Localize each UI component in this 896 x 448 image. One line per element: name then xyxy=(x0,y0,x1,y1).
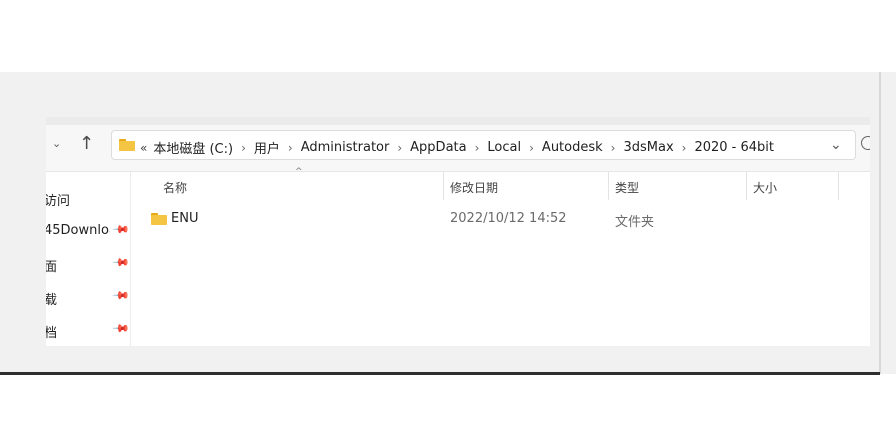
up-arrow-icon[interactable]: ↑ xyxy=(79,133,94,154)
window-edge xyxy=(879,72,881,374)
breadcrumb-separator-icon[interactable]: › xyxy=(397,141,402,155)
folder-icon xyxy=(151,213,167,225)
breadcrumb-separator-icon[interactable]: › xyxy=(475,141,480,155)
pin-icon: 📌 xyxy=(111,320,130,338)
sidebar-item-desktop[interactable]: 面 📌 xyxy=(46,254,130,276)
breadcrumb-item-2020-64bit[interactable]: 2020 - 64bit xyxy=(694,140,774,155)
sidebar-item-label: 45Downloads xyxy=(46,223,110,238)
sidebar-item-label: 载 xyxy=(46,289,110,308)
table-row[interactable]: ENU 2022/10/12 14:52 文件夹 xyxy=(131,208,870,230)
sidebar-item-label: 访问 xyxy=(46,194,71,209)
breadcrumb: « 本地磁盘 (C:) › 用户 › Administrator › AppDa… xyxy=(140,138,774,157)
pin-icon: 📌 xyxy=(111,221,130,239)
breadcrumb-item-c-drive[interactable]: 本地磁盘 (C:) xyxy=(153,138,233,157)
breadcrumb-item-users[interactable]: 用户 xyxy=(254,138,280,157)
breadcrumb-item-autodesk[interactable]: Autodesk xyxy=(542,140,603,155)
breadcrumb-separator-icon[interactable]: › xyxy=(611,141,616,155)
sort-ascending-icon: ^ xyxy=(295,167,303,177)
folder-icon xyxy=(119,139,135,151)
refresh-icon[interactable] xyxy=(861,136,870,150)
recent-locations-chevron-icon[interactable]: ⌄ xyxy=(52,137,61,150)
screenshot-page: ⌄ ↑ « 本地磁盘 (C:) › 用户 › Administrator › A… xyxy=(0,0,896,448)
breadcrumb-item-administrator[interactable]: Administrator xyxy=(301,140,390,155)
navigation-pane: 访问 45Downloads 📌 面 📌 载 📌 档 📌 xyxy=(46,172,131,346)
breadcrumb-item-local[interactable]: Local xyxy=(487,140,521,155)
pin-icon: 📌 xyxy=(111,254,130,272)
address-bar[interactable]: « 本地磁盘 (C:) › 用户 › Administrator › AppDa… xyxy=(111,130,856,160)
breadcrumb-separator-icon[interactable]: › xyxy=(241,141,246,155)
address-history-dropdown-icon[interactable]: ⌄ xyxy=(830,137,842,153)
column-header-type[interactable]: 类型 xyxy=(615,179,639,196)
navigation-toolbar: ⌄ ↑ « 本地磁盘 (C:) › 用户 › Administrator › A… xyxy=(46,125,870,172)
file-list: ^ 名称 修改日期 类型 大小 ENU 2022/10/12 14:52 文件夹 xyxy=(131,167,870,346)
breadcrumb-separator-icon[interactable]: › xyxy=(288,141,293,155)
file-name: ENU xyxy=(171,211,199,226)
column-divider[interactable] xyxy=(443,172,444,200)
sidebar-item-quick-access[interactable]: 访问 xyxy=(46,188,130,210)
sidebar-item-downloads[interactable]: 45Downloads 📌 xyxy=(46,221,130,243)
explorer-window: ⌄ ↑ « 本地磁盘 (C:) › 用户 › Administrator › A… xyxy=(46,125,870,346)
column-header-name[interactable]: 名称 xyxy=(163,179,187,196)
file-date-modified: 2022/10/12 14:52 xyxy=(450,211,567,226)
window-top-strip xyxy=(46,117,870,125)
column-header-size[interactable]: 大小 xyxy=(753,179,777,196)
taskbar-edge xyxy=(0,372,880,375)
sidebar-item-label: 档 xyxy=(46,322,110,341)
pin-icon: 📌 xyxy=(111,287,130,305)
sidebar-item-label: 面 xyxy=(46,256,110,275)
breadcrumb-item-appdata[interactable]: AppData xyxy=(410,140,466,155)
breadcrumb-item-3dsmax[interactable]: 3dsMax xyxy=(623,140,673,155)
breadcrumb-overflow-button[interactable]: « xyxy=(140,141,147,155)
sidebar-item-documents[interactable]: 档 📌 xyxy=(46,320,130,342)
column-header-date-modified[interactable]: 修改日期 xyxy=(450,179,498,196)
sidebar-item-downloads-folder[interactable]: 载 📌 xyxy=(46,287,130,309)
column-divider[interactable] xyxy=(838,172,839,200)
column-divider[interactable] xyxy=(746,172,747,200)
breadcrumb-separator-icon[interactable]: › xyxy=(529,141,534,155)
file-type: 文件夹 xyxy=(615,215,655,230)
breadcrumb-separator-icon[interactable]: › xyxy=(682,141,687,155)
column-headers: ^ 名称 修改日期 类型 大小 xyxy=(131,167,870,200)
column-divider[interactable] xyxy=(608,172,609,200)
